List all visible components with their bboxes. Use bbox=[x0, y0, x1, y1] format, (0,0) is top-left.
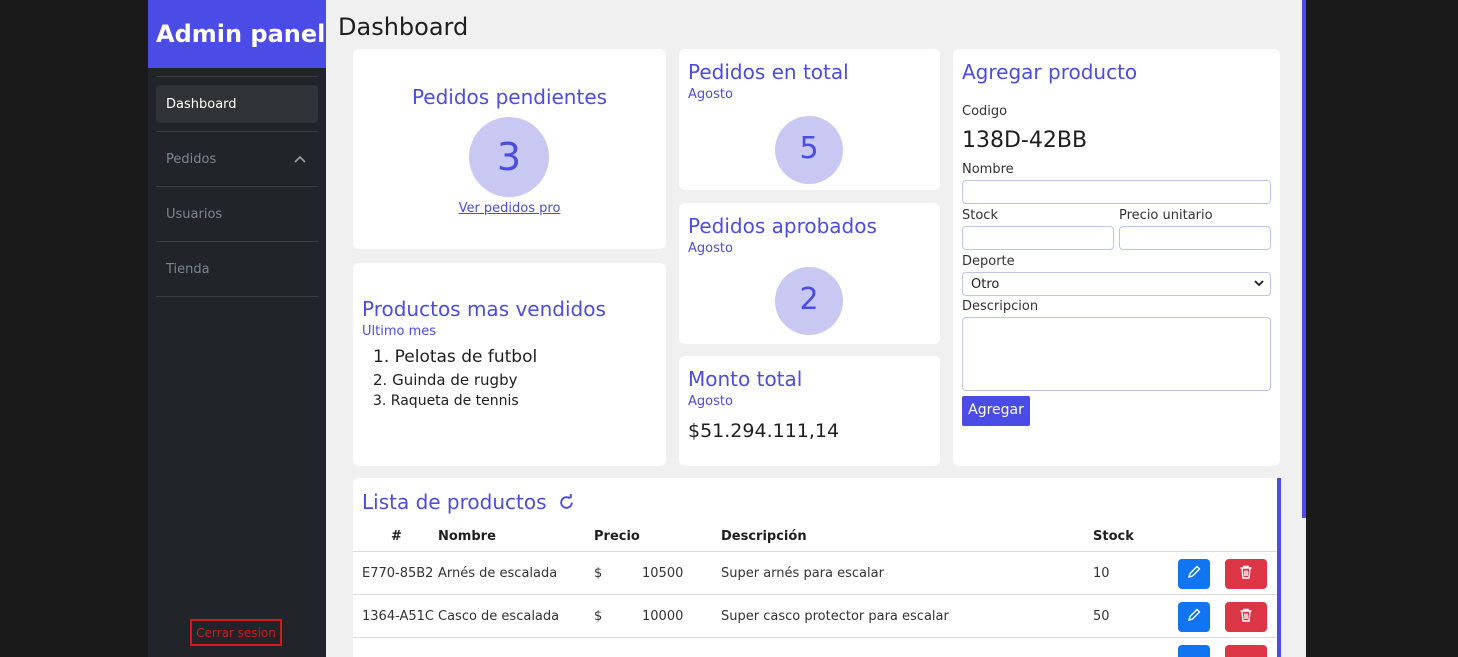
card-pending-orders: Pedidos pendientes 3 Ver pedidos pro bbox=[353, 49, 666, 249]
name-label: Nombre bbox=[962, 162, 1014, 177]
table-row: 1364-A51C Casco de escalada $ 10000 Supe… bbox=[353, 594, 1277, 637]
cell-stock: 50 bbox=[1093, 609, 1110, 624]
pencil-icon bbox=[1186, 608, 1202, 627]
divider bbox=[156, 186, 318, 187]
sport-select[interactable]: Otro bbox=[962, 272, 1271, 296]
sidebar-item-tienda[interactable]: Tienda bbox=[156, 250, 318, 288]
card-title: Pedidos pendientes bbox=[411, 85, 608, 109]
card-top-products: Productos mas vendidos Ultimo mes 1. Pel… bbox=[353, 263, 666, 466]
sidebar-item-label: Dashboard bbox=[166, 97, 237, 112]
trash-icon bbox=[1238, 565, 1254, 584]
delete-button[interactable] bbox=[1225, 645, 1267, 657]
page-title: Dashboard bbox=[338, 13, 469, 41]
stock-input[interactable] bbox=[962, 226, 1114, 250]
card-subtitle: Agosto bbox=[688, 394, 733, 409]
list-item: 1. Pelotas de futbol bbox=[373, 347, 538, 367]
app-window: Admin panel Dashboard Pedidos Usuarios T… bbox=[148, 0, 1310, 657]
cell-price: 10500 bbox=[642, 566, 684, 581]
sidebar-item-label: Usuarios bbox=[166, 207, 223, 222]
form-title: Agregar producto bbox=[962, 60, 1138, 84]
list-title: Lista de productos bbox=[362, 490, 547, 514]
divider bbox=[156, 241, 318, 242]
brand-title: Admin panel bbox=[148, 0, 326, 68]
sidebar-item-label: Tienda bbox=[166, 262, 210, 277]
sidebar: Admin panel Dashboard Pedidos Usuarios T… bbox=[148, 0, 326, 657]
list-header: Lista de productos bbox=[362, 490, 575, 515]
cell-currency: $ bbox=[594, 609, 603, 624]
main-content: Dashboard Pedidos pendientes 3 Ver pedid… bbox=[326, 0, 1306, 657]
sidebar-item-usuarios[interactable]: Usuarios bbox=[156, 195, 318, 233]
cell-id: 1364-A51C bbox=[362, 609, 435, 624]
cell-name: Arnés de escalada bbox=[438, 566, 558, 581]
price-input[interactable] bbox=[1119, 226, 1271, 250]
cell-currency: $ bbox=[594, 566, 603, 581]
scrollbar[interactable] bbox=[1277, 478, 1281, 657]
sidebar-item-dashboard[interactable]: Dashboard bbox=[156, 85, 318, 123]
card-subtitle: Agosto bbox=[688, 87, 733, 102]
card-title: Pedidos aprobados bbox=[688, 214, 877, 238]
divider bbox=[156, 76, 318, 77]
card-product-list: Lista de productos # Nombre Precio Descr… bbox=[353, 478, 1281, 657]
add-product-button[interactable]: Agregar bbox=[962, 396, 1030, 426]
amount-value: $51.294.111,14 bbox=[688, 420, 840, 442]
card-title: Monto total bbox=[688, 367, 803, 391]
delete-button[interactable] bbox=[1225, 602, 1267, 632]
code-value: 138D-42BB bbox=[962, 128, 1088, 153]
logout-button[interactable]: Cerrar sesion bbox=[190, 619, 282, 646]
stock-label: Stock bbox=[962, 208, 998, 223]
price-label: Precio unitario bbox=[1119, 208, 1213, 223]
description-textarea[interactable] bbox=[962, 317, 1271, 391]
sport-select-value: Otro bbox=[971, 277, 1000, 292]
column-header: # bbox=[391, 529, 402, 544]
edit-button[interactable] bbox=[1178, 559, 1210, 589]
card-subtitle: Agosto bbox=[688, 241, 733, 256]
cell-id: E770-85B2 bbox=[362, 566, 434, 581]
sport-label: Deporte bbox=[962, 254, 1015, 269]
delete-button[interactable] bbox=[1225, 559, 1267, 589]
name-input[interactable] bbox=[962, 180, 1271, 204]
top-products-list: 1. Pelotas de futbol 2. Guinda de rugby … bbox=[373, 347, 537, 413]
sidebar-item-label: Pedidos bbox=[166, 152, 217, 167]
table-row bbox=[353, 637, 1277, 657]
chevron-down-icon bbox=[1254, 276, 1264, 290]
table-row: E770-85B2 Arnés de escalada $ 10500 Supe… bbox=[353, 551, 1277, 594]
card-total-amount: Monto total Agosto $51.294.111,14 bbox=[679, 356, 940, 466]
divider bbox=[156, 296, 318, 297]
count-circle: 3 bbox=[469, 117, 549, 197]
edit-button[interactable] bbox=[1178, 645, 1210, 657]
edit-button[interactable] bbox=[1178, 602, 1210, 632]
chevron-up-icon bbox=[294, 152, 306, 166]
column-header: Precio bbox=[594, 529, 640, 544]
cell-price: 10000 bbox=[642, 609, 684, 624]
trash-icon bbox=[1238, 608, 1254, 627]
card-approved-orders: Pedidos aprobados Agosto 2 bbox=[679, 203, 940, 344]
description-label: Descripcion bbox=[962, 299, 1039, 314]
cell-description: Super casco protector para escalar bbox=[721, 609, 949, 624]
list-item: 3. Raqueta de tennis bbox=[373, 393, 519, 409]
divider bbox=[156, 131, 318, 132]
card-add-product: Agregar producto Codigo 138D-42BB Nombre… bbox=[953, 49, 1280, 466]
refresh-icon[interactable] bbox=[558, 494, 575, 515]
code-label: Codigo bbox=[962, 104, 1008, 119]
pencil-icon bbox=[1186, 565, 1202, 584]
count-circle: 2 bbox=[775, 267, 843, 335]
card-title: Productos mas vendidos bbox=[362, 297, 606, 321]
sidebar-item-pedidos[interactable]: Pedidos bbox=[156, 140, 318, 178]
column-header: Stock bbox=[1093, 529, 1134, 544]
list-item: 2. Guinda de rugby bbox=[373, 371, 518, 389]
card-subtitle: Ultimo mes bbox=[362, 324, 437, 339]
column-header: Nombre bbox=[438, 529, 496, 544]
column-header: Descripción bbox=[721, 529, 807, 544]
scrollbar[interactable] bbox=[1302, 0, 1306, 518]
cell-name: Casco de escalada bbox=[438, 609, 560, 624]
view-orders-link[interactable]: Ver pedidos pro bbox=[353, 201, 666, 216]
cell-stock: 10 bbox=[1093, 566, 1110, 581]
card-title: Pedidos en total bbox=[688, 60, 849, 84]
card-total-orders: Pedidos en total Agosto 5 bbox=[679, 49, 940, 190]
count-circle: 5 bbox=[775, 116, 843, 184]
cell-description: Super arnés para escalar bbox=[721, 566, 884, 581]
